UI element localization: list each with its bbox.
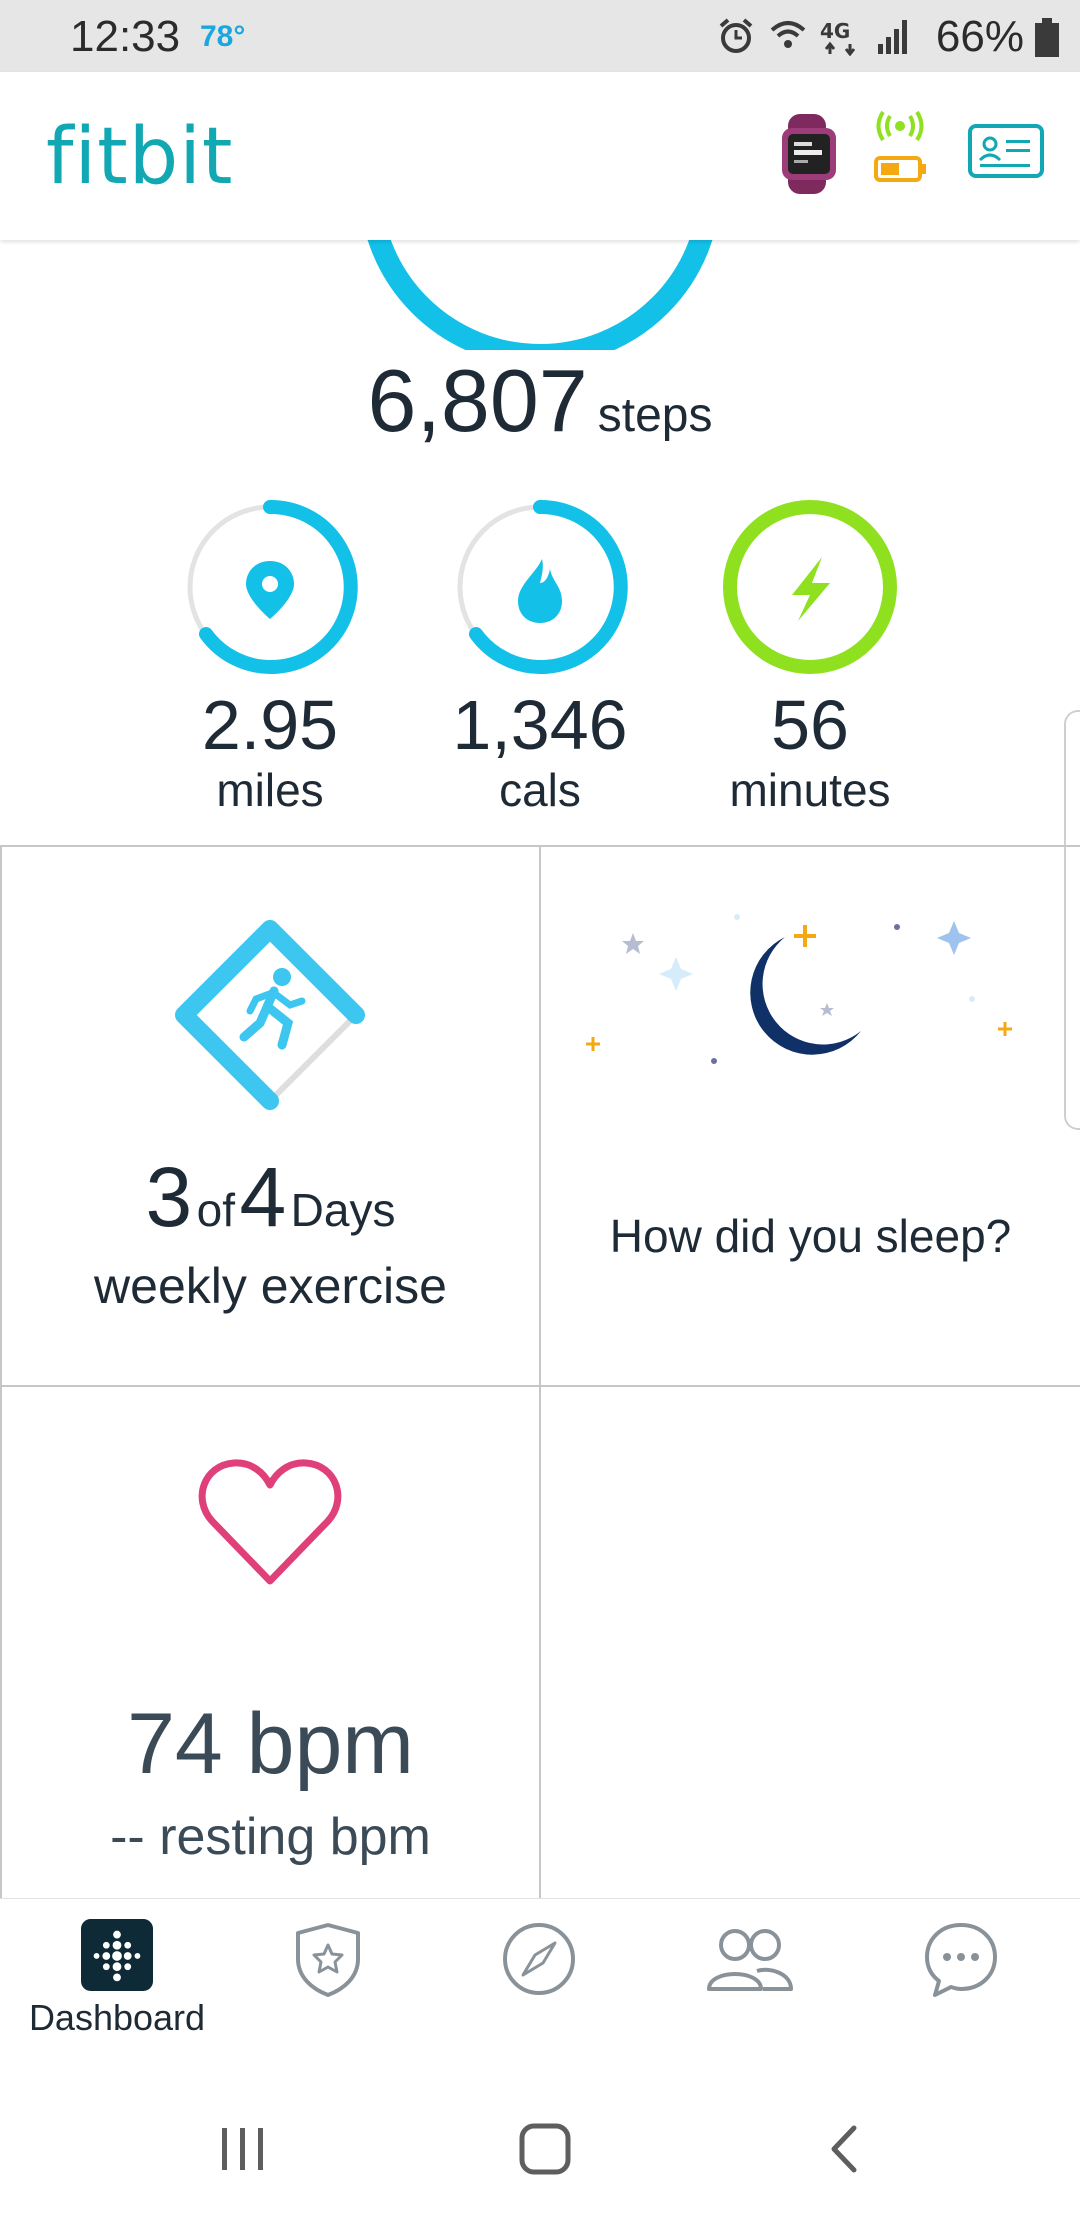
miles-progress-ring [187,499,358,674]
exercise-diamond-progress [175,920,365,1110]
exercise-of: of [196,1184,236,1236]
exercise-goal: 4 [239,1150,287,1244]
nav-discover[interactable] [464,1919,614,2039]
heart-rate-tile[interactable]: 74 bpm -- resting bpm [2,1387,539,1898]
minutes-value: 56 [771,686,849,764]
status-time: 12:33 [70,12,181,61]
sleep-tile[interactable]: How did you sleep? [541,847,1080,1385]
location-pin-icon [246,561,294,619]
nav-messages[interactable] [886,1919,1036,2039]
community-people-icon [707,1929,793,1991]
signal-icon [878,20,907,54]
heart-icon [198,1459,342,1585]
battery-icon [1035,18,1059,57]
calories-progress-ring [457,499,628,674]
stat-calories[interactable] [410,495,670,675]
status-temperature: 78° [200,20,246,53]
stat-minutes-text: 56 minutes [680,690,940,818]
miles-label: miles [216,764,324,816]
stat-active-minutes[interactable] [680,495,940,675]
nav-dashboard[interactable]: Dashboard [29,1919,205,2039]
dashboard-icon [81,1919,153,1991]
heart-bpm: 74 bpm [127,1696,414,1792]
watch-icon[interactable] [776,114,846,194]
profile-card-button[interactable] [968,124,1044,178]
discover-compass-icon [503,1923,575,1995]
lightning-icon [792,557,830,621]
exercise-label: weekly exercise [94,1258,447,1314]
nav-community[interactable] [675,1919,825,2039]
sleep-prompt: How did you sleep? [609,1210,1012,1262]
nav-challenges[interactable] [253,1919,403,2039]
nav-dashboard-label: Dashboard [28,1997,206,2038]
exercise-progress-text: 3 of 4 Days [2,1147,539,1272]
stat-miles[interactable] [140,495,400,675]
bottom-navigation: Dashboard [0,1898,1080,2079]
home-icon[interactable] [518,2122,572,2176]
battery-percent: 66% [935,12,1024,61]
calories-label: cals [499,764,581,816]
challenges-star-badge-icon [296,1923,360,1997]
steps-summary[interactable]: 6,807 steps [0,350,1080,452]
system-navigation-bar [0,2078,1080,2220]
back-icon[interactable] [824,2124,864,2174]
resting-bpm: -- resting bpm [110,1808,431,1866]
weekly-exercise-tile[interactable]: 3 of 4 Days weekly exercise [2,847,539,1385]
exercise-days: Days [290,1184,396,1236]
calories-value: 1,346 [452,686,628,764]
miles-value: 2.95 [201,686,339,764]
stat-miles-text: 2.95 miles [140,690,400,818]
running-person-icon [239,968,306,1050]
exercise-done: 3 [145,1150,193,1244]
svg-text:4G: 4G [820,19,850,43]
alarm-icon [719,18,753,53]
wifi-icon [770,21,806,48]
fitbit-logo: fitbit [46,112,234,202]
recent-apps-icon[interactable] [218,2124,268,2174]
sync-signal-icon [874,110,926,182]
app-header: fitbit [0,72,1080,240]
chat-bubble-icon [925,1923,997,1997]
status-bar: 12:33 78° 4G 66% [0,0,1080,72]
steps-unit: steps [597,389,713,442]
network-4g-icon: 4G [820,19,856,56]
stat-calories-text: 1,346 cals [410,690,670,818]
active-minutes-progress-ring [723,500,897,674]
steps-value: 6,807 [367,351,588,450]
flame-icon [518,559,562,623]
status-icons: 4G [716,14,910,58]
minutes-label: minutes [729,764,891,816]
profile-card-icon [978,136,1030,167]
moon-stars-icon [586,914,1012,1064]
